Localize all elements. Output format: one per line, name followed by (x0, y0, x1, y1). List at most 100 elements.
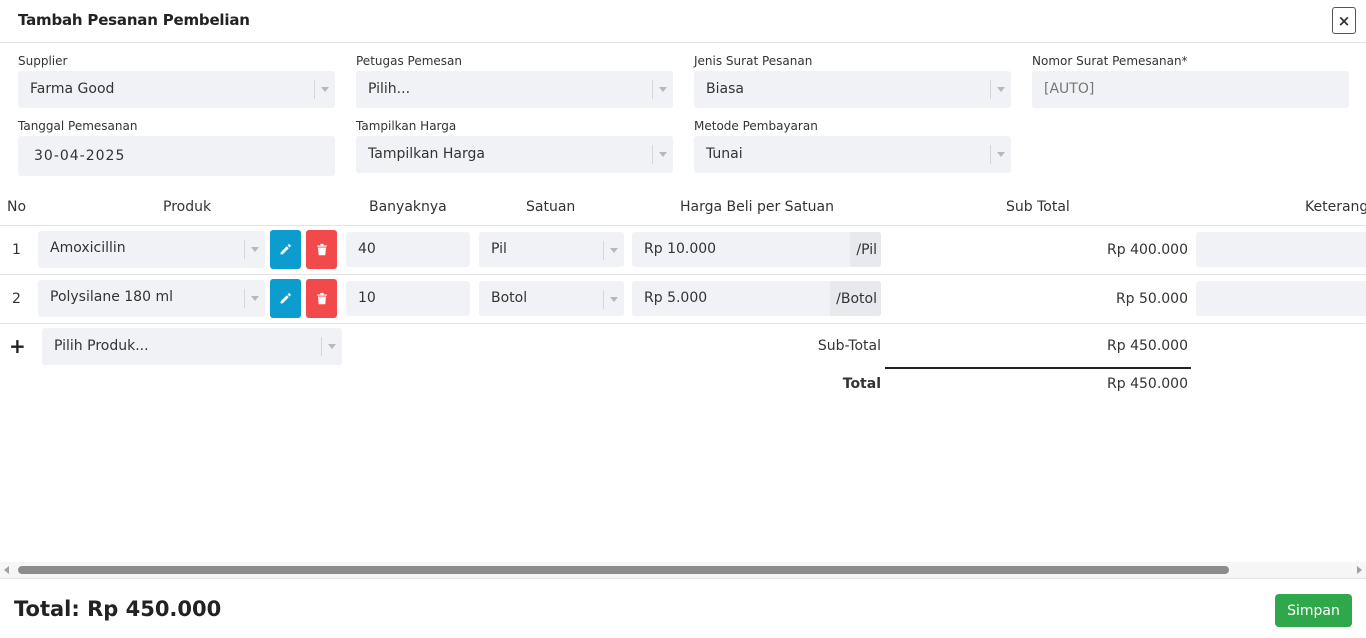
jenis-surat-value: Biasa (706, 81, 744, 97)
petugas-value: Pilih... (368, 81, 411, 97)
subtotal-label: Sub-Total (817, 338, 881, 354)
row-price-value: Rp 5.000 (644, 290, 708, 306)
nomor-surat-input[interactable]: [AUTO] (1032, 71, 1349, 108)
total-divider (885, 367, 1191, 369)
jenis-surat-select[interactable]: Biasa (694, 71, 1011, 108)
delete-row-button[interactable] (306, 230, 337, 269)
row-product-value: Polysilane 180 ml (50, 289, 173, 305)
row-subtotal: Rp 400.000 (1107, 242, 1188, 258)
edit-row-button[interactable] (270, 279, 301, 318)
subtotal-value: Rp 450.000 (1107, 338, 1188, 354)
chevron-down-icon (659, 87, 667, 92)
row-keterangan-input[interactable] (1196, 232, 1366, 267)
chevron-down-icon (997, 87, 1005, 92)
select-separator (652, 80, 653, 99)
petugas-label: Petugas Pemesan (356, 54, 463, 68)
supplier-label: Supplier (18, 54, 68, 68)
scroll-right-icon[interactable] (1357, 566, 1362, 574)
row-product-select[interactable]: Polysilane 180 ml (38, 280, 265, 317)
metode-pembayaran-label: Metode Pembayaran (694, 119, 818, 133)
column-header-produk: Produk (163, 199, 212, 215)
horizontal-scrollbar[interactable] (0, 562, 1366, 578)
scroll-left-icon[interactable] (4, 566, 9, 574)
select-separator (603, 290, 604, 309)
row-price-suffix: /Botol (830, 281, 881, 316)
row-unit-value: Pil (491, 241, 507, 257)
tanggal-input[interactable]: 30-04-2025 (18, 136, 335, 176)
row-product-value: Amoxicillin (50, 240, 126, 256)
chevron-down-icon (328, 344, 336, 349)
row-price-value: Rp 10.000 (644, 241, 717, 257)
footer-total: Total: Rp 450.000 (14, 597, 222, 621)
chevron-down-icon (997, 152, 1005, 157)
nomor-surat-label: Nomor Surat Pemesanan* (1032, 54, 1188, 68)
scrollbar-thumb[interactable] (18, 566, 1229, 574)
modal-footer: Total: Rp 450.000 Simpan (0, 578, 1366, 638)
row-product-select[interactable]: Amoxicillin (38, 231, 265, 268)
plus-icon[interactable]: + (9, 336, 26, 356)
total-label: Total (842, 376, 881, 392)
metode-pembayaran-value: Tunai (706, 146, 743, 162)
select-separator (244, 240, 245, 259)
pencil-icon (280, 293, 291, 304)
column-header-banyaknya: Banyaknya (369, 199, 447, 215)
select-separator (321, 337, 322, 356)
petugas-select[interactable]: Pilih... (356, 71, 673, 108)
row-keterangan-input[interactable] (1196, 281, 1366, 316)
row-quantity-input[interactable]: 40 (346, 232, 470, 267)
pencil-icon (280, 244, 291, 255)
select-separator (244, 289, 245, 308)
chevron-down-icon (321, 87, 329, 92)
tampilkan-harga-label: Tampilkan Harga (356, 119, 457, 133)
row-price-input[interactable]: Rp 5.000 /Botol (632, 281, 881, 316)
trash-icon (316, 243, 327, 256)
column-header-no: No (7, 199, 27, 215)
add-product-placeholder: Pilih Produk... (54, 338, 149, 354)
select-separator (990, 145, 991, 164)
nomor-surat-value: [AUTO] (1044, 81, 1095, 97)
total-value: Rp 450.000 (1107, 376, 1188, 392)
select-separator (652, 145, 653, 164)
table-row-divider (0, 274, 1366, 275)
tampilkan-harga-select[interactable]: Tampilkan Harga (356, 136, 673, 173)
supplier-value: Farma Good (30, 81, 115, 97)
chevron-down-icon (251, 247, 259, 252)
modal-title: Tambah Pesanan Pembelian (18, 11, 250, 29)
column-header-harga: Harga Beli per Satuan (680, 199, 834, 215)
supplier-select[interactable]: Farma Good (18, 71, 335, 108)
column-header-subtotal: Sub Total (1006, 199, 1070, 215)
row-quantity-value: 40 (358, 241, 376, 257)
tanggal-value: 30-04-2025 (34, 148, 126, 164)
row-number: 2 (12, 291, 21, 307)
row-unit-select[interactable]: Botol (479, 281, 624, 316)
tampilkan-harga-value: Tampilkan Harga (368, 146, 485, 162)
close-button[interactable]: × (1332, 7, 1356, 34)
row-unit-select[interactable]: Pil (479, 232, 624, 267)
row-number: 1 (12, 242, 21, 258)
column-header-keterangan: Keterang (1305, 199, 1366, 215)
select-separator (990, 80, 991, 99)
chevron-down-icon (659, 152, 667, 157)
edit-row-button[interactable] (270, 230, 301, 269)
chevron-down-icon (610, 248, 618, 253)
metode-pembayaran-select[interactable]: Tunai (694, 136, 1011, 173)
chevron-down-icon (610, 297, 618, 302)
column-header-satuan: Satuan (526, 199, 576, 215)
add-product-select[interactable]: Pilih Produk... (42, 328, 342, 365)
select-separator (603, 241, 604, 260)
row-price-input[interactable]: Rp 10.000 /Pil (632, 232, 881, 267)
close-icon: × (1337, 11, 1351, 30)
chevron-down-icon (251, 296, 259, 301)
row-unit-value: Botol (491, 290, 528, 306)
row-quantity-input[interactable]: 10 (346, 281, 470, 316)
select-separator (314, 80, 315, 99)
table-header-divider (0, 225, 1366, 226)
row-price-suffix: /Pil (850, 232, 881, 267)
modal-header: Tambah Pesanan Pembelian × (0, 0, 1366, 43)
row-subtotal: Rp 50.000 (1115, 291, 1188, 307)
trash-icon (316, 292, 327, 305)
delete-row-button[interactable] (306, 279, 337, 318)
save-button[interactable]: Simpan (1275, 594, 1352, 627)
row-quantity-value: 10 (358, 290, 376, 306)
tanggal-label: Tanggal Pemesanan (18, 119, 138, 133)
